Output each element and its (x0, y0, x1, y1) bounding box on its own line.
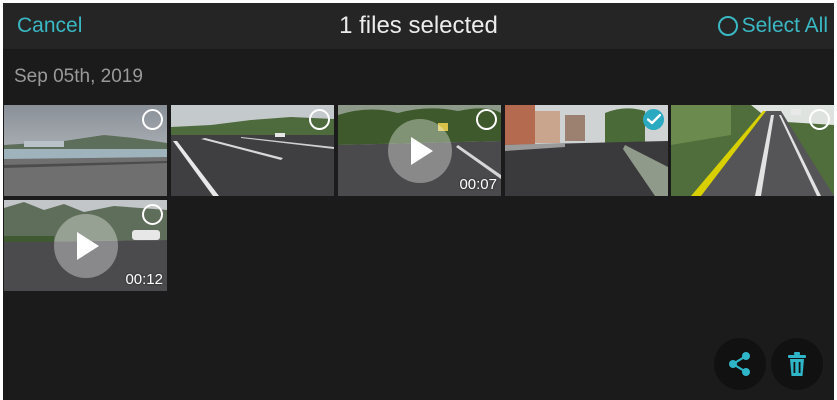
select-all-circle-icon[interactable] (717, 16, 738, 36)
select-checkbox-1[interactable] (142, 109, 163, 130)
checkmark-icon (647, 114, 661, 125)
select-checkbox-5[interactable] (809, 109, 830, 130)
share-button[interactable] (714, 338, 766, 390)
play-button[interactable] (388, 119, 452, 183)
top-bar: Cancel 1 files selected Select All (3, 3, 834, 49)
thumbnail-6[interactable]: 00:12 (4, 200, 167, 291)
thumbnail-3[interactable]: 00:07 (338, 105, 501, 196)
select-all-button[interactable]: Select All (717, 14, 828, 38)
thumbnail-2[interactable] (171, 105, 334, 196)
video-duration: 00:12 (125, 271, 163, 288)
trash-icon (788, 352, 806, 376)
select-checkbox-4-checked[interactable] (643, 109, 664, 130)
play-icon (411, 137, 433, 165)
thumbnail-5[interactable] (671, 105, 834, 196)
select-checkbox-2[interactable] (309, 109, 330, 130)
thumbnail-1[interactable] (4, 105, 167, 196)
select-all-label: Select All (741, 14, 828, 37)
delete-button[interactable] (771, 338, 823, 390)
video-duration: 00:07 (459, 176, 497, 193)
date-header: Sep 05th, 2019 (14, 66, 143, 87)
play-button[interactable] (54, 214, 118, 278)
page-title: 1 files selected (339, 12, 498, 39)
select-checkbox-6[interactable] (142, 204, 163, 225)
share-icon (729, 352, 750, 376)
thumbnail-4[interactable] (505, 105, 668, 196)
gallery-screen: Cancel 1 files selected Select All Sep 0… (3, 3, 834, 400)
select-checkbox-3[interactable] (476, 109, 497, 130)
play-icon (77, 232, 99, 260)
